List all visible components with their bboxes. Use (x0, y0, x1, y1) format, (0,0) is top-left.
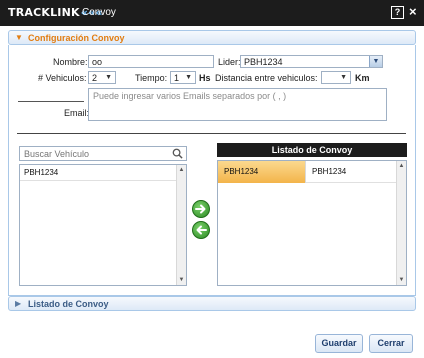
distancia-select[interactable]: ▼ (321, 71, 351, 84)
nombre-input[interactable] (88, 55, 214, 68)
scroll-up-icon[interactable]: ▲ (177, 165, 186, 175)
close-window-icon[interactable]: × (409, 4, 417, 20)
vehiculos-value: 2 (92, 73, 98, 83)
config-panel-header[interactable]: ▼ Configuración Convoy (8, 30, 416, 45)
close-button[interactable]: Cerrar (369, 334, 413, 353)
tiempo-value: 1 (174, 73, 180, 83)
table-row[interactable]: PBH1234 PBH1234 (218, 161, 396, 183)
listado-panel-header[interactable]: ▶ Listado de Convoy (8, 296, 416, 311)
email-textarea[interactable]: Puede ingresar varios Emails separados p… (88, 88, 387, 121)
scroll-down-icon[interactable]: ▼ (397, 275, 406, 285)
expand-arrow-icon[interactable]: ▶ (15, 299, 21, 308)
save-button[interactable]: Guardar (315, 334, 363, 353)
config-panel-title: Configuración Convoy (28, 33, 125, 43)
window-titlebar: TRACKLINK««« Convoy ? × (0, 0, 424, 26)
listado-panel-title: Listado de Convoy (28, 299, 109, 309)
lider-value: PBH1234 (244, 57, 283, 67)
move-right-button[interactable] (192, 200, 210, 218)
help-button[interactable]: ? (391, 6, 404, 19)
right-list-scrollbar[interactable]: ▲ ▼ (396, 161, 406, 285)
nombre-label: Nombre: (53, 57, 88, 67)
search-vehicle-input[interactable] (20, 147, 170, 160)
vehiculos-label: # Vehiculos: (38, 73, 87, 83)
convoy-list[interactable]: PBH1234 PBH1234 ▲ ▼ (217, 160, 407, 286)
email-divider (18, 101, 84, 102)
tiempo-select[interactable]: 1 ▼ (170, 71, 196, 84)
convoy-cell[interactable]: PBH1234 (306, 161, 396, 183)
list-item[interactable]: PBH1234 (20, 165, 176, 181)
search-vehicle-box[interactable] (19, 146, 187, 161)
tiempo-unit: Hs (199, 73, 211, 83)
collapse-arrow-icon[interactable]: ▼ (15, 33, 23, 42)
convoy-list-title: Listado de Convoy (217, 143, 407, 157)
search-icon[interactable] (172, 148, 183, 159)
available-vehicles-list[interactable]: PBH1234 ▲ ▼ (19, 164, 187, 286)
chevron-down-icon: ▼ (340, 74, 347, 81)
arrow-left-icon (196, 225, 207, 235)
convoy-cell-selected[interactable]: PBH1234 (218, 161, 306, 183)
tiempo-label: Tiempo: (135, 73, 168, 83)
distancia-unit: Km (355, 73, 370, 83)
move-left-button[interactable] (192, 221, 210, 239)
email-placeholder: Puede ingresar varios Emails separados p… (93, 91, 287, 101)
arrow-right-icon (195, 204, 206, 214)
logo-text: TRACKLINK (8, 6, 80, 19)
section-divider (17, 133, 406, 134)
distancia-label: Distancia entre vehiculos: (215, 73, 318, 83)
vehiculos-select[interactable]: 2 ▼ (88, 71, 116, 84)
chevron-down-icon: ▼ (185, 74, 192, 81)
scroll-down-icon[interactable]: ▼ (177, 275, 186, 285)
lider-select[interactable]: PBH1234 ▼ (240, 55, 383, 68)
lider-label: Lider: (218, 57, 241, 67)
window-title: Convoy (82, 7, 116, 18)
email-label: Email: (64, 108, 90, 118)
chevron-down-icon[interactable]: ▼ (369, 56, 382, 67)
chevron-down-icon: ▼ (105, 74, 112, 81)
scroll-up-icon[interactable]: ▲ (397, 161, 406, 171)
left-list-scrollbar[interactable]: ▲ ▼ (176, 165, 186, 285)
